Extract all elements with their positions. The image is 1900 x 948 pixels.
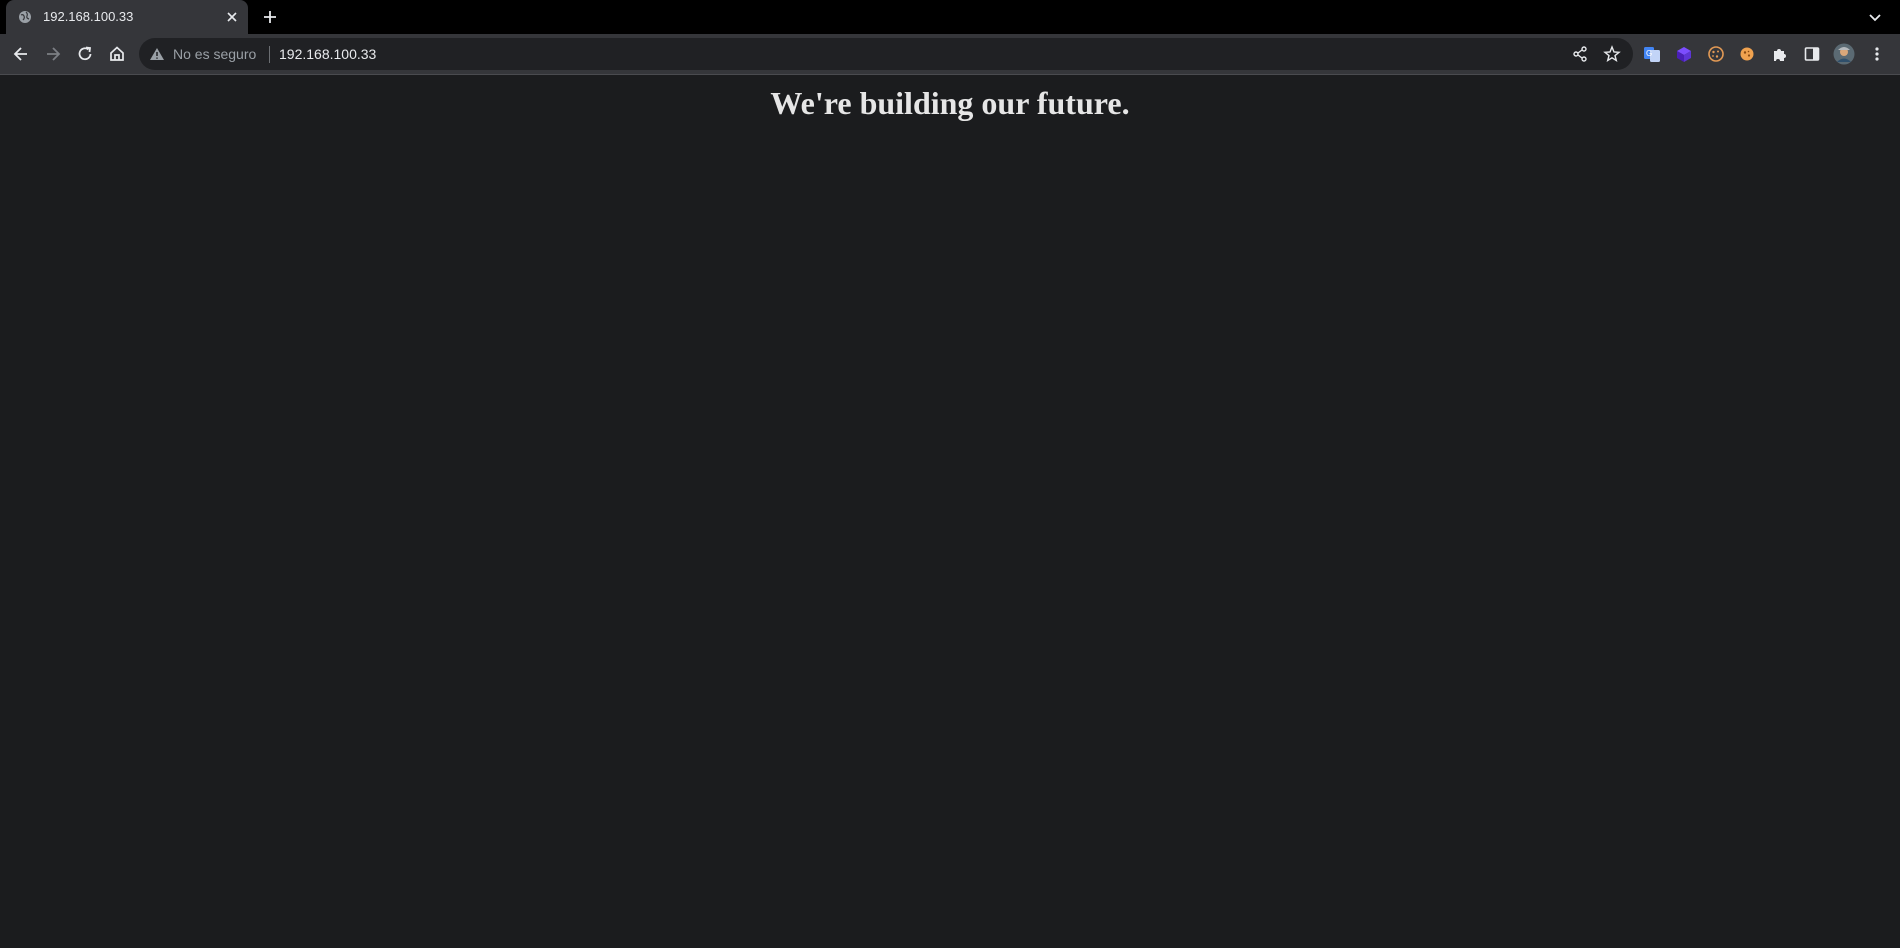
security-status[interactable]: No es seguro	[173, 46, 256, 62]
cookie-extension-icon[interactable]	[1707, 45, 1725, 63]
browser-tab[interactable]: 192.168.100.33	[6, 0, 248, 34]
page-heading: We're building our future.	[770, 85, 1130, 121]
home-icon[interactable]	[107, 44, 127, 64]
close-tab-icon[interactable]	[224, 9, 240, 25]
cookie-editor-extension-icon[interactable]	[1738, 45, 1756, 63]
page-content: We're building our future.	[0, 75, 1900, 948]
new-tab-plus-icon[interactable]	[260, 7, 280, 27]
profile-avatar-icon[interactable]	[1833, 43, 1855, 65]
globe-icon	[19, 11, 31, 23]
address-bar[interactable]: No es seguro 192.168.100.33	[139, 38, 1633, 70]
forward-arrow-icon[interactable]	[43, 44, 63, 64]
kebab-menu-icon[interactable]	[1868, 45, 1886, 63]
star-icon[interactable]	[1603, 45, 1621, 63]
share-icon[interactable]	[1571, 45, 1589, 63]
svg-text:G: G	[1646, 49, 1652, 58]
cube-extension-icon[interactable]	[1675, 45, 1693, 63]
chevron-down-icon[interactable]	[1866, 8, 1884, 26]
tab-title: 192.168.100.33	[43, 9, 134, 24]
tab-strip: 192.168.100.33	[0, 0, 1900, 34]
puzzle-icon[interactable]	[1771, 45, 1789, 63]
browser-toolbar: No es seguro 192.168.100.33 G	[0, 34, 1900, 75]
reload-icon[interactable]	[75, 44, 95, 64]
omnibox-divider	[269, 46, 270, 63]
warning-icon[interactable]	[149, 46, 165, 62]
url-text[interactable]: 192.168.100.33	[279, 46, 376, 62]
translate-extension-icon[interactable]: G	[1643, 45, 1661, 63]
back-arrow-icon[interactable]	[11, 44, 31, 64]
side-panel-icon[interactable]	[1803, 45, 1821, 63]
browser-window: 192.168.100.33 No es seguro 192.168.100.…	[0, 0, 1900, 948]
